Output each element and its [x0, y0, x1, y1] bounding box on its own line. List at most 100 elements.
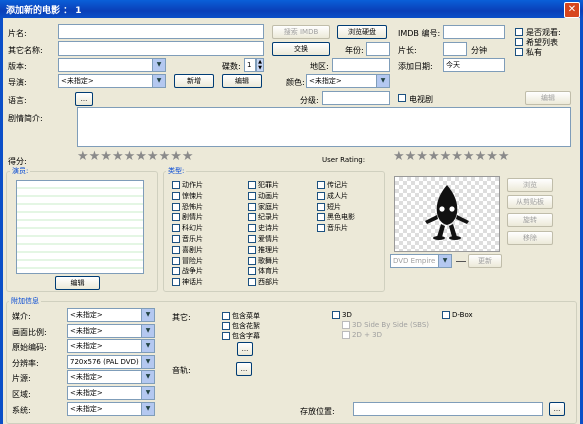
- checkbox[interactable]: [172, 213, 180, 222]
- checkbox[interactable]: [342, 331, 350, 339]
- checkbox[interactable]: [248, 202, 256, 211]
- extra-row-select[interactable]: <未指定> ▼: [67, 323, 155, 338]
- checkbox[interactable]: [332, 311, 340, 319]
- edit-actors-button[interactable]: 编辑: [55, 276, 100, 290]
- other-names-input[interactable]: [58, 41, 264, 56]
- checkbox[interactable]: [248, 245, 256, 254]
- plot-textarea[interactable]: [77, 107, 571, 147]
- genre-option[interactable]: 音乐片: [172, 234, 203, 245]
- checkbox[interactable]: [222, 332, 230, 340]
- checkbox[interactable]: [248, 234, 256, 243]
- tv-series-checkbox[interactable]: [398, 94, 406, 102]
- checkbox[interactable]: [248, 191, 256, 200]
- extra-row-select[interactable]: <未指定> ▼: [67, 370, 155, 385]
- genre-option[interactable]: 科幻片: [172, 223, 203, 234]
- imdb-no-input[interactable]: [443, 25, 505, 39]
- cover-from-clipboard-button[interactable]: 从剪贴板: [507, 195, 553, 209]
- other-option[interactable]: 包含字幕: [222, 331, 260, 341]
- remove-cover-button[interactable]: 移除: [507, 231, 553, 245]
- close-icon[interactable]: ✕: [564, 2, 580, 18]
- checkbox[interactable]: [442, 311, 450, 319]
- extra-row-select[interactable]: <未指定> ▼: [67, 339, 155, 354]
- search-imdb-button[interactable]: 搜索 IMDB: [272, 25, 330, 39]
- checkbox[interactable]: [222, 322, 230, 330]
- checkbox[interactable]: [317, 224, 325, 233]
- other-option[interactable]: 包含菜单: [222, 311, 260, 321]
- storage-browse-button[interactable]: ...: [549, 402, 565, 416]
- genre-option[interactable]: 剧情片: [172, 212, 203, 223]
- checkbox[interactable]: [342, 321, 350, 329]
- checkbox[interactable]: [317, 213, 325, 222]
- genre-option[interactable]: 音乐片: [317, 223, 355, 234]
- new-director-button[interactable]: 新增: [174, 74, 214, 88]
- seen-checkbox[interactable]: [515, 28, 523, 36]
- checkbox[interactable]: [172, 245, 180, 254]
- opt-2d3d[interactable]: 2D + 3D: [342, 331, 382, 339]
- discs-input[interactable]: 1: [244, 58, 256, 72]
- user-rating-stars[interactable]: ★★★★★★★★★★: [393, 150, 510, 164]
- opt-3d-sbs[interactable]: 3D Side By Side (SBS): [342, 321, 429, 329]
- genre-option[interactable]: 短片: [317, 202, 355, 213]
- genre-option[interactable]: 犯罪片: [248, 180, 279, 191]
- version-select[interactable]: ▼: [58, 58, 166, 72]
- checkbox[interactable]: [248, 256, 256, 265]
- genre-option[interactable]: 黑色电影: [317, 212, 355, 223]
- checkbox[interactable]: [172, 181, 180, 189]
- genre-option[interactable]: 西部片: [248, 277, 279, 288]
- opt-dbox[interactable]: D-Box: [442, 311, 473, 319]
- storage-input[interactable]: [353, 402, 543, 416]
- genre-option[interactable]: 体育片: [248, 266, 279, 277]
- checkbox[interactable]: [222, 312, 230, 320]
- genre-option[interactable]: 动作片: [172, 180, 203, 191]
- checkbox[interactable]: [248, 213, 256, 222]
- checkbox[interactable]: [172, 256, 180, 265]
- edit-rating-button[interactable]: 编辑: [525, 91, 571, 105]
- checkbox[interactable]: [248, 278, 256, 287]
- year-input[interactable]: [366, 42, 390, 56]
- extra-row-select[interactable]: <未指定> ▼: [67, 308, 155, 322]
- browse-disk-button[interactable]: 浏览硬盘: [337, 25, 387, 39]
- update-cover-button[interactable]: 更新: [468, 254, 502, 268]
- extra-row-select[interactable]: <未指定> ▼: [67, 401, 155, 416]
- extra-row-select[interactable]: <未指定> ▼: [67, 386, 155, 400]
- genre-option[interactable]: 冒险片: [172, 256, 203, 267]
- genre-option[interactable]: 传记片: [317, 180, 355, 191]
- checkbox[interactable]: [317, 202, 325, 211]
- checkbox[interactable]: [172, 278, 180, 287]
- score-stars[interactable]: ★★★★★★★★★★: [77, 150, 194, 164]
- rotate-cover-button[interactable]: 旋转: [507, 213, 553, 227]
- checkbox[interactable]: [172, 191, 180, 200]
- wishlist-checkbox[interactable]: [515, 38, 523, 46]
- genre-option[interactable]: 动画片: [248, 191, 279, 202]
- checkbox[interactable]: [172, 234, 180, 243]
- genre-option[interactable]: 恐怖片: [172, 202, 203, 213]
- cover-image[interactable]: [394, 176, 500, 252]
- genre-option[interactable]: 家庭片: [248, 202, 279, 213]
- added-input[interactable]: 今天: [443, 58, 505, 72]
- checkbox[interactable]: [248, 267, 256, 276]
- opt-3d[interactable]: 3D: [332, 311, 352, 319]
- other-more-button[interactable]: ...: [237, 342, 253, 356]
- language-button[interactable]: ...: [75, 92, 93, 106]
- swap-button[interactable]: 交换: [272, 42, 330, 56]
- genre-option[interactable]: 战争片: [172, 266, 203, 277]
- genre-option[interactable]: 歌舞片: [248, 256, 279, 267]
- genre-option[interactable]: 爱情片: [248, 234, 279, 245]
- genre-option[interactable]: 纪录片: [248, 212, 279, 223]
- title-input[interactable]: [58, 24, 264, 39]
- genre-option[interactable]: 推理片: [248, 245, 279, 256]
- checkbox[interactable]: [248, 224, 256, 233]
- actors-list[interactable]: [16, 180, 144, 274]
- checkbox[interactable]: [248, 181, 256, 189]
- other-option[interactable]: 包含花絮: [222, 321, 260, 331]
- checkbox[interactable]: [172, 202, 180, 211]
- audio-button[interactable]: ...: [236, 362, 252, 376]
- extra-row-select[interactable]: 720x576 (PAL DVD) ▼: [67, 354, 155, 369]
- genre-option[interactable]: 惊悚片: [172, 191, 203, 202]
- region-input[interactable]: [332, 58, 390, 72]
- discs-spinner[interactable]: ▲ ▼: [256, 58, 264, 72]
- checkbox[interactable]: [317, 191, 325, 200]
- genre-option[interactable]: 喜剧片: [172, 245, 203, 256]
- browse-cover-button[interactable]: 浏览: [507, 178, 553, 192]
- cover-source-select[interactable]: DVD Empire ▼: [390, 254, 452, 268]
